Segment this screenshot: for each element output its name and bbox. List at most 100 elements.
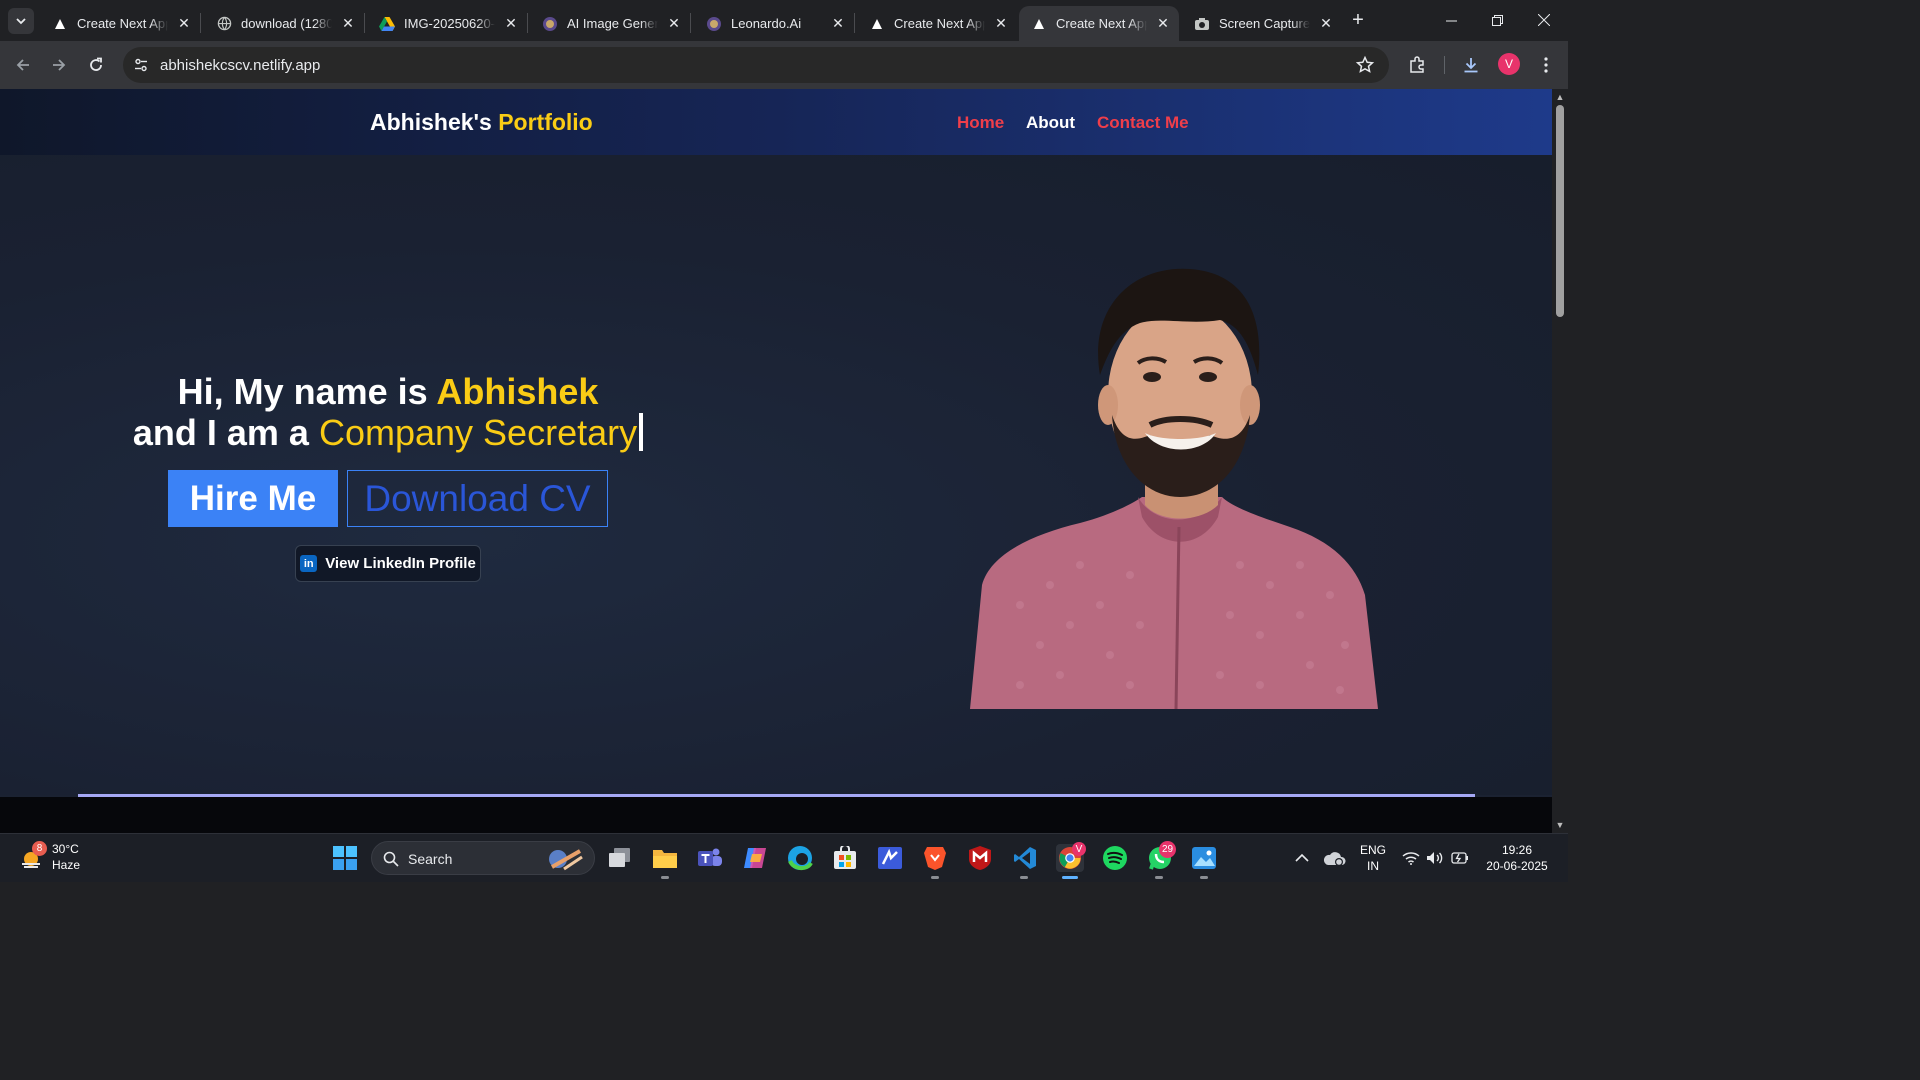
extensions-icon[interactable] [1406, 54, 1428, 76]
tab[interactable]: Screen Capture ✕ [1182, 6, 1342, 41]
vscode-icon[interactable] [1011, 844, 1039, 872]
hero-greeting: Hi, My name is [177, 371, 428, 412]
url-text[interactable]: abhishekcscv.netlify.app [160, 57, 320, 74]
globe-icon [216, 16, 232, 32]
reload-icon [90, 57, 102, 71]
tab-search-button[interactable] [8, 8, 34, 34]
nav-link-about[interactable]: About [1026, 113, 1075, 133]
linkedin-icon: in [300, 555, 318, 572]
close-tab-icon[interactable]: ✕ [1155, 15, 1171, 32]
browser-toolbar: abhishekcscv.netlify.app V [0, 41, 1568, 89]
hero-name: Abhishek [436, 371, 599, 412]
tab-title: Leonardo.Ai [731, 16, 802, 31]
mcafee-icon[interactable] [966, 844, 994, 872]
nav-link-home[interactable]: Home [957, 113, 1004, 133]
arrow-right-icon [53, 59, 66, 71]
system-clock[interactable]: 19:26 20-06-2025 [1482, 842, 1552, 874]
downloads-icon[interactable] [1460, 54, 1482, 76]
tab-strip: Create Next App ✕ download (1280x ✕ IMG-… [0, 0, 1568, 41]
whatsapp-badge: 29 [1159, 841, 1176, 858]
site-settings-icon[interactable] [133, 57, 149, 73]
chevron-down-icon [16, 18, 26, 25]
photos-icon[interactable] [1190, 844, 1218, 872]
minimize-button[interactable] [1428, 0, 1474, 40]
next-section [0, 797, 1552, 833]
tab-separator [690, 13, 691, 33]
weather-temp: 30°C [52, 842, 79, 856]
forward-button[interactable] [45, 51, 73, 79]
scrollbar-thumb[interactable] [1556, 105, 1564, 317]
close-tab-icon[interactable]: ✕ [176, 15, 192, 32]
tab[interactable]: download (1280x ✕ [204, 6, 364, 41]
nextjs-icon [869, 16, 885, 32]
battery-icon[interactable] [1446, 844, 1474, 872]
close-tab-icon[interactable]: ✕ [830, 15, 846, 32]
input-language[interactable]: ENG IN [1358, 842, 1388, 874]
taskbar-search-box[interactable]: Search [371, 841, 595, 875]
tab-title: download (1280x [241, 16, 332, 31]
close-window-button[interactable] [1521, 0, 1567, 40]
restore-button[interactable] [1474, 0, 1520, 40]
search-highlight-icon [549, 849, 583, 871]
hire-me-button[interactable]: Hire Me [168, 470, 338, 527]
onedrive-icon[interactable] [1320, 844, 1348, 872]
nextjs-icon [52, 16, 68, 32]
weather-widget[interactable]: 8 30°C Haze [18, 841, 80, 873]
linkedin-button-label: View LinkedIn Profile [325, 555, 476, 572]
reload-button[interactable] [82, 51, 110, 79]
scroll-down-arrow[interactable]: ▼ [1555, 820, 1565, 830]
volume-icon[interactable] [1421, 844, 1449, 872]
file-explorer-icon[interactable] [651, 844, 679, 872]
tab-separator [200, 13, 201, 33]
close-tab-icon[interactable]: ✕ [340, 15, 356, 32]
linkedin-profile-button[interactable]: in View LinkedIn Profile [295, 545, 481, 582]
menu-kebab-icon[interactable] [1535, 54, 1557, 76]
weather-desc: Haze [52, 858, 81, 872]
site-navbar: Abhishek's Portfolio Home About Contact … [0, 89, 1552, 155]
search-label: Search [408, 851, 453, 867]
close-tab-icon[interactable]: ✕ [1318, 15, 1334, 32]
chevron-up-icon[interactable] [1288, 844, 1316, 872]
edge-icon[interactable] [786, 844, 814, 872]
tab[interactable]: Create Next App ✕ [40, 6, 200, 41]
power-automate-icon[interactable] [876, 844, 904, 872]
address-bar[interactable]: abhishekcscv.netlify.app [123, 47, 1389, 83]
brave-icon[interactable] [921, 844, 949, 872]
tab-title: Screen Capture [1219, 16, 1310, 31]
tab-title: Create Next App [894, 16, 985, 31]
typing-caret [639, 413, 644, 451]
microsoft-store-icon[interactable] [831, 844, 859, 872]
camera-icon [1194, 16, 1210, 32]
download-cv-button[interactable]: Download CV [347, 470, 608, 527]
running-indicator [1200, 876, 1208, 879]
close-tab-icon[interactable]: ✕ [503, 15, 519, 32]
tab[interactable]: AI Image Genera ✕ [530, 6, 690, 41]
profile-avatar[interactable]: V [1498, 53, 1520, 75]
tab[interactable]: IMG-20250620-W ✕ [367, 6, 527, 41]
tab-active[interactable]: Create Next App ✕ [1019, 6, 1179, 41]
windows-taskbar: 8 30°C Haze Search V 29 ENG IN 19:26 20-… [0, 833, 1568, 882]
site-brand[interactable]: Abhishek's Portfolio [370, 109, 593, 136]
page-scrollbar[interactable]: ▲ ▼ [1552, 89, 1568, 833]
nextjs-icon [1031, 16, 1047, 32]
running-indicator-active [1062, 876, 1078, 879]
close-tab-icon[interactable]: ✕ [666, 15, 682, 32]
copilot-icon[interactable] [741, 844, 769, 872]
new-tab-button[interactable]: + [1347, 9, 1369, 31]
nav-link-contact[interactable]: Contact Me [1097, 113, 1189, 133]
spotify-icon[interactable] [1101, 844, 1129, 872]
windows-start-icon[interactable] [333, 846, 357, 870]
tab[interactable]: Leonardo.Ai ✕ [694, 6, 854, 41]
teams-icon[interactable] [696, 844, 724, 872]
running-indicator [931, 876, 939, 879]
back-button[interactable] [9, 51, 37, 79]
weather-sun-icon: 8 [18, 841, 47, 870]
scroll-up-arrow[interactable]: ▲ [1555, 92, 1565, 102]
tab-title: AI Image Genera [567, 16, 658, 31]
bookmark-star-icon[interactable] [1355, 55, 1375, 75]
hero-heading-line-1: Hi, My name is Abhishek [0, 371, 776, 413]
close-tab-icon[interactable]: ✕ [993, 15, 1009, 32]
task-view-icon[interactable] [606, 844, 634, 872]
language-code: ENG [1359, 843, 1386, 857]
tab[interactable]: Create Next App ✕ [857, 6, 1017, 41]
